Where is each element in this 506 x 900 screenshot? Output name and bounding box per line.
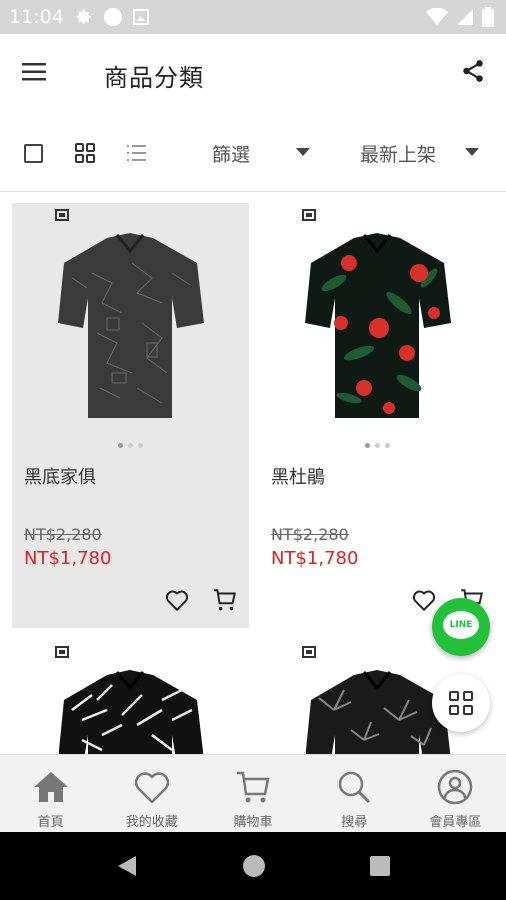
recents-button[interactable] xyxy=(370,856,390,876)
product-card[interactable] xyxy=(12,640,249,754)
search-icon xyxy=(338,771,371,804)
nav-label: 我的收藏 xyxy=(125,815,178,830)
brand-logo-icon xyxy=(55,209,69,221)
app-bar: 商品分類 xyxy=(0,34,506,114)
original-price: NT$2,280 xyxy=(24,525,102,544)
add-to-cart-button[interactable] xyxy=(212,587,238,613)
filter-dropdown-label[interactable]: 篩選 xyxy=(212,140,250,167)
user-icon xyxy=(438,769,473,805)
sort-dropdown-label[interactable]: 最新上架 xyxy=(360,140,436,167)
nav-item-favorites[interactable]: 我的收藏 xyxy=(101,755,202,832)
heart-icon xyxy=(134,772,169,804)
original-price: NT$2,280 xyxy=(271,525,349,544)
list-view-button[interactable] xyxy=(126,142,148,164)
status-bar: 11:04 xyxy=(0,0,506,34)
sale-price: NT$1,780 xyxy=(24,548,112,569)
select-all-checkbox[interactable] xyxy=(24,144,43,163)
cart-icon xyxy=(214,589,236,611)
line-chat-button[interactable]: LINE xyxy=(432,598,490,656)
share-icon xyxy=(463,60,483,82)
home-button[interactable] xyxy=(243,855,265,877)
nav-item-cart[interactable]: 購物車 xyxy=(202,755,303,832)
shirt-white-palm-icon xyxy=(58,670,204,754)
carousel-dots xyxy=(259,443,496,448)
hamburger-icon xyxy=(22,63,46,81)
back-icon[interactable] xyxy=(116,854,138,878)
grid-view-button[interactable] xyxy=(74,142,96,164)
settings-icon xyxy=(76,9,91,25)
bottom-navigation: 首頁 我的收藏 購物車 搜尋 會員專區 xyxy=(0,754,506,832)
product-name[interactable]: 黑杜鵑 xyxy=(271,463,325,489)
nav-item-search[interactable]: 搜尋 xyxy=(304,755,405,832)
product-card[interactable]: 黑底家俱 NT$2,280 NT$1,780 xyxy=(12,203,249,628)
nav-label: 搜尋 xyxy=(341,815,368,830)
nav-item-member[interactable]: 會員專區 xyxy=(405,755,506,832)
carousel-dots xyxy=(12,443,249,448)
page-title: 商品分類 xyxy=(104,64,204,92)
share-button[interactable] xyxy=(460,58,492,90)
brand-logo-icon xyxy=(302,646,316,658)
product-card[interactable]: 黑杜鵑 NT$2,280 NT$1,780 xyxy=(259,203,496,628)
nav-label: 首頁 xyxy=(37,815,64,830)
grid-icon xyxy=(75,143,95,163)
cart-icon xyxy=(237,771,270,803)
apps-grid-icon xyxy=(449,691,473,715)
wifi-icon xyxy=(426,8,448,25)
circle-icon xyxy=(104,8,122,26)
add-to-favorites-button[interactable] xyxy=(411,587,437,613)
system-navigation-bar xyxy=(0,832,506,900)
home-icon xyxy=(33,772,68,802)
product-image[interactable] xyxy=(12,640,249,754)
add-to-favorites-button[interactable] xyxy=(164,587,190,613)
nav-label: 購物車 xyxy=(233,815,273,830)
shirt-red-hibiscus-icon xyxy=(305,233,451,418)
menu-button[interactable] xyxy=(22,58,58,90)
list-icon xyxy=(127,145,146,161)
image-icon xyxy=(133,9,149,25)
brand-logo-icon xyxy=(55,646,69,658)
product-name[interactable]: 黑底家俱 xyxy=(24,463,96,489)
quick-menu-button[interactable] xyxy=(432,674,490,732)
signal-icon xyxy=(457,9,473,25)
product-image[interactable] xyxy=(259,203,496,433)
sort-caret-icon[interactable] xyxy=(465,148,479,156)
product-image[interactable] xyxy=(12,203,249,433)
line-icon: LINE xyxy=(443,611,479,639)
battery-icon xyxy=(482,7,494,27)
shirt-dark-abstract-icon xyxy=(58,233,204,418)
heart-icon xyxy=(412,590,436,611)
filter-bar: 篩選 最新上架 xyxy=(0,114,506,192)
nav-item-home[interactable]: 首頁 xyxy=(0,755,101,832)
nav-label: 會員專區 xyxy=(429,815,482,830)
sale-price: NT$1,780 xyxy=(271,548,359,569)
status-time: 11:04 xyxy=(9,6,64,28)
brand-logo-icon xyxy=(302,209,316,221)
filter-caret-icon[interactable] xyxy=(296,148,310,156)
heart-icon xyxy=(165,590,189,611)
